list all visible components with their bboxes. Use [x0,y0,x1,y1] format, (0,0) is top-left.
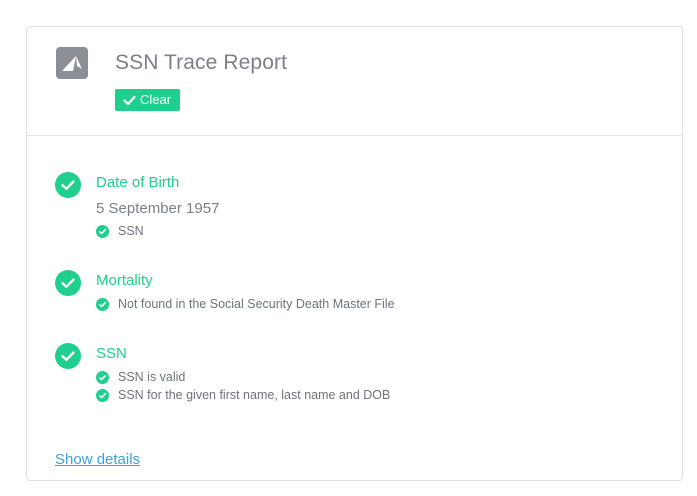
section-title: Mortality [96,272,153,289]
report-title: SSN Trace Report [115,51,287,74]
section-title: Date of Birth [96,174,180,191]
check-item-label: SSN is valid [118,370,186,384]
show-details-link[interactable]: Show details [55,451,140,468]
check-item: SSN is valid [96,370,185,384]
check-item: SSN [96,224,144,238]
date-of-birth-value: 5 September 1957 [96,200,220,217]
check-circle-icon [96,224,109,238]
check-item-label: SSN [118,224,144,238]
check-icon [123,95,136,105]
check-circle-icon [96,370,109,384]
app-logo-icon [56,47,88,79]
status-badge: Clear [115,89,181,111]
check-item: Not found in the Social Security Death M… [96,297,395,311]
report-header: SSN Trace Report Clear [27,27,682,136]
section-title: SSN [96,345,127,362]
status-badge-label: Clear [140,92,172,107]
check-item-label: Not found in the Social Security Death M… [118,297,395,311]
check-circle-icon [55,343,81,369]
check-circle-icon [55,172,81,198]
check-circle-icon [96,388,109,402]
check-circle-icon [96,297,109,311]
check-circle-icon [55,270,81,296]
ssn-trace-report-card: SSN Trace Report Clear Date of Birth 5 S… [26,26,683,481]
check-item-label: SSN for the given first name, last name … [118,388,391,402]
check-item: SSN for the given first name, last name … [96,388,390,402]
